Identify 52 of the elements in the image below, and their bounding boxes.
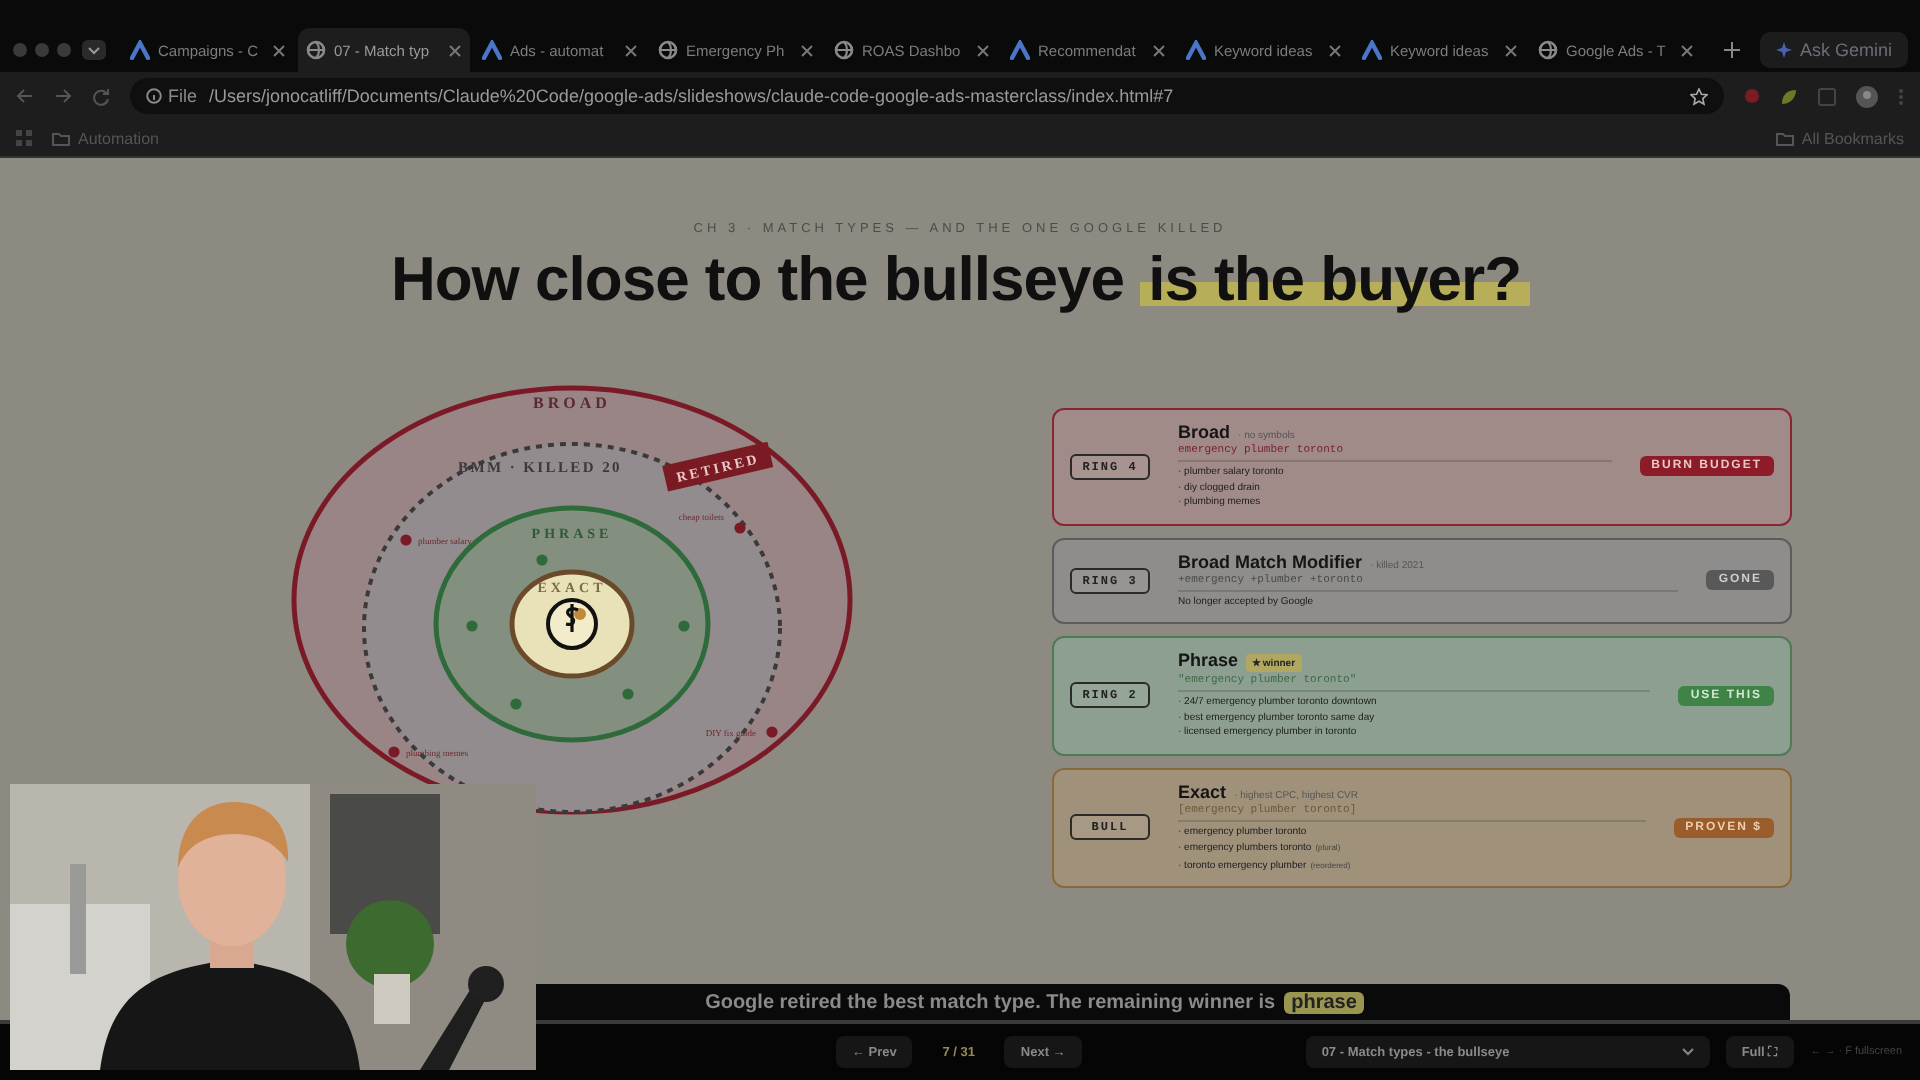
keyword-dot <box>734 522 746 534</box>
new-tab-icon[interactable] <box>1722 40 1742 60</box>
card-title: Exact <box>1178 781 1227 801</box>
slide-title: How close to the bullseye is the buyer? <box>0 244 1920 316</box>
keyword-dot <box>678 620 690 632</box>
card-title: Broad <box>1178 422 1231 442</box>
folder-icon <box>52 131 70 145</box>
back-icon[interactable] <box>16 88 34 104</box>
close-icon[interactable] <box>1680 43 1694 57</box>
card-title: Phrase <box>1178 650 1239 670</box>
globe-icon <box>1538 40 1558 60</box>
forward-icon[interactable] <box>54 88 72 104</box>
triangle-logo-icon <box>482 40 502 60</box>
triangle-logo-icon <box>1010 40 1030 60</box>
keyword-dot <box>400 534 412 546</box>
close-icon[interactable] <box>800 43 814 57</box>
site-info-button[interactable]: File <box>146 86 198 106</box>
keyword-dot <box>622 688 634 700</box>
profile-icon[interactable] <box>1856 85 1878 107</box>
keyword-dot <box>510 698 522 710</box>
close-icon[interactable] <box>448 43 462 57</box>
info-icon <box>146 88 162 104</box>
triangle-logo-icon <box>130 40 150 60</box>
globe-icon <box>834 40 854 60</box>
tab-list-icon[interactable] <box>82 40 106 60</box>
close-icon[interactable] <box>976 43 990 57</box>
highlight-word: phrase <box>1283 991 1365 1013</box>
keyword-dot <box>766 726 778 738</box>
globe-icon <box>306 40 326 60</box>
close-icon[interactable] <box>624 43 638 57</box>
caret-icon <box>1681 1048 1694 1056</box>
sparkle-icon <box>1775 42 1792 58</box>
folder-icon <box>1775 131 1794 145</box>
reload-icon[interactable] <box>92 87 110 105</box>
triangle-logo-icon <box>1186 40 1206 60</box>
triangle-logo-icon <box>1362 40 1382 60</box>
globe-icon <box>658 40 678 60</box>
ask-gemini-button[interactable]: Ask Gemini <box>1759 32 1908 68</box>
url-text: /Users/jonocatliff/Documents/Claude%20Code/google-ads/slideshows/claude-code-google-ads-masterclass/index.html#7 <box>209 86 1176 106</box>
keyword-dot <box>536 554 548 566</box>
star-icon[interactable] <box>1690 87 1708 105</box>
leaf-extension-icon[interactable] <box>1780 87 1798 105</box>
close-icon[interactable] <box>1152 43 1166 57</box>
keyword-dot <box>388 746 400 758</box>
address-bar[interactable]: File /Users/jonocatliff/Documents/Claude%20Code/google-ads/slideshows/claude-code-google-ads-masterclass/index.html#7 <box>130 78 1724 114</box>
close-icon[interactable] <box>272 43 286 57</box>
close-icon[interactable] <box>1328 43 1342 57</box>
ring-label: BROAD <box>533 394 611 412</box>
keyword-dot <box>466 620 478 632</box>
caption-text: Google retired the best match type. The remaining winner is <box>705 991 1276 1013</box>
card-title: Broad Match Modifier <box>1178 551 1363 571</box>
close-icon[interactable] <box>1504 43 1518 57</box>
